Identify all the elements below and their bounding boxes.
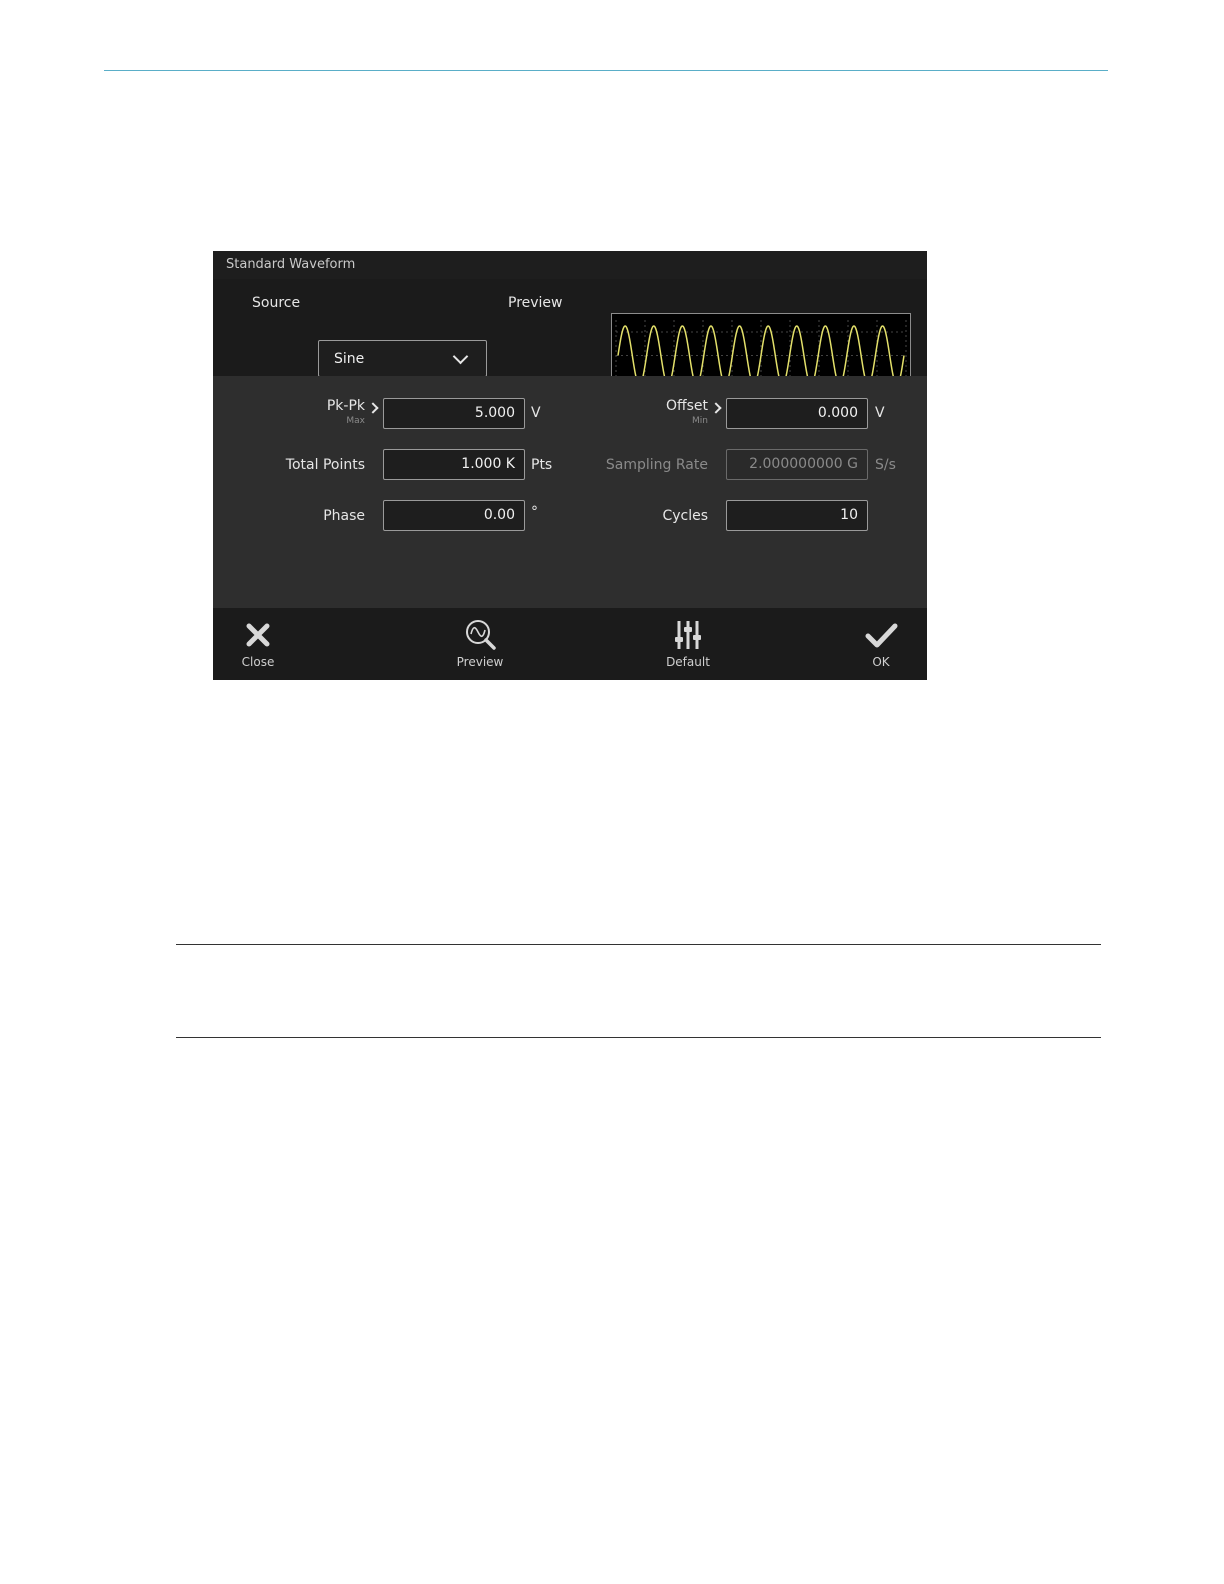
close-icon xyxy=(246,623,270,647)
cycles-input[interactable]: 10 xyxy=(726,500,868,531)
total-points-unit: Pts xyxy=(531,457,553,473)
pkpk-unit: V xyxy=(531,405,541,421)
checkmark-icon xyxy=(865,623,898,648)
pkpk-input[interactable]: 5.000 xyxy=(383,398,525,429)
phase-value: 0.00 xyxy=(483,507,515,523)
preview-button[interactable]: Preview xyxy=(440,608,520,680)
pkpk-label[interactable]: Pk-Pk xyxy=(273,398,365,414)
total-points-label: Total Points xyxy=(285,457,365,473)
ok-button[interactable]: OK xyxy=(844,608,918,680)
close-button[interactable]: Close xyxy=(221,608,295,680)
source-dropdown[interactable]: Sine xyxy=(318,340,487,377)
sampling-rate-unit: S/s xyxy=(875,457,896,473)
sampling-rate-value: 2.000000000 G xyxy=(749,456,858,472)
offset-value: 0.000 xyxy=(817,405,858,421)
phase-unit: ° xyxy=(531,504,538,520)
pkpk-sub-label: Max xyxy=(346,416,365,426)
dialog-titlebar: Standard Waveform xyxy=(213,251,927,279)
offset-unit: V xyxy=(875,405,885,421)
phase-input[interactable]: 0.00 xyxy=(383,500,525,531)
action-bar: Close Preview Default OK xyxy=(213,608,927,680)
offset-label[interactable]: Offset xyxy=(613,398,708,414)
ok-button-label: OK xyxy=(872,655,890,669)
source-label: Source xyxy=(252,295,301,311)
section-rule-top xyxy=(176,944,1101,945)
close-button-label: Close xyxy=(241,655,275,669)
default-button-label: Default xyxy=(666,655,710,669)
sliders-icon xyxy=(675,621,701,649)
standard-waveform-dialog: Standard Waveform Source Sine Preview Pk… xyxy=(213,251,927,680)
total-points-value: 1.000 K xyxy=(461,456,515,472)
offset-input[interactable]: 0.000 xyxy=(726,398,868,429)
source-value: Sine xyxy=(334,351,365,367)
offset-sub-label: Min xyxy=(692,416,708,426)
preview-button-label: Preview xyxy=(456,655,504,669)
cycles-value: 10 xyxy=(840,507,858,523)
chevron-down-icon xyxy=(452,348,469,365)
chevron-right-icon[interactable] xyxy=(710,402,722,414)
preview-label: Preview xyxy=(508,295,563,311)
default-button[interactable]: Default xyxy=(648,608,728,680)
sampling-rate-input: 2.000000000 G xyxy=(726,449,868,480)
total-points-input[interactable]: 1.000 K xyxy=(383,449,525,480)
sampling-rate-label: Sampling Rate xyxy=(605,457,708,473)
header-rule xyxy=(104,70,1108,71)
pkpk-value: 5.000 xyxy=(474,405,515,421)
cycles-label: Cycles xyxy=(662,508,708,524)
phase-label: Phase xyxy=(323,508,365,524)
parameters-panel: Pk-Pk Max 5.000 V Offset Min 0.000 V Tot… xyxy=(213,376,927,608)
search-waveform-icon xyxy=(466,620,496,650)
chevron-right-icon[interactable] xyxy=(367,402,379,414)
dialog-title: Standard Waveform xyxy=(226,257,356,272)
source-panel: Source Sine Preview xyxy=(213,279,927,398)
section-rule-bottom xyxy=(176,1037,1101,1038)
